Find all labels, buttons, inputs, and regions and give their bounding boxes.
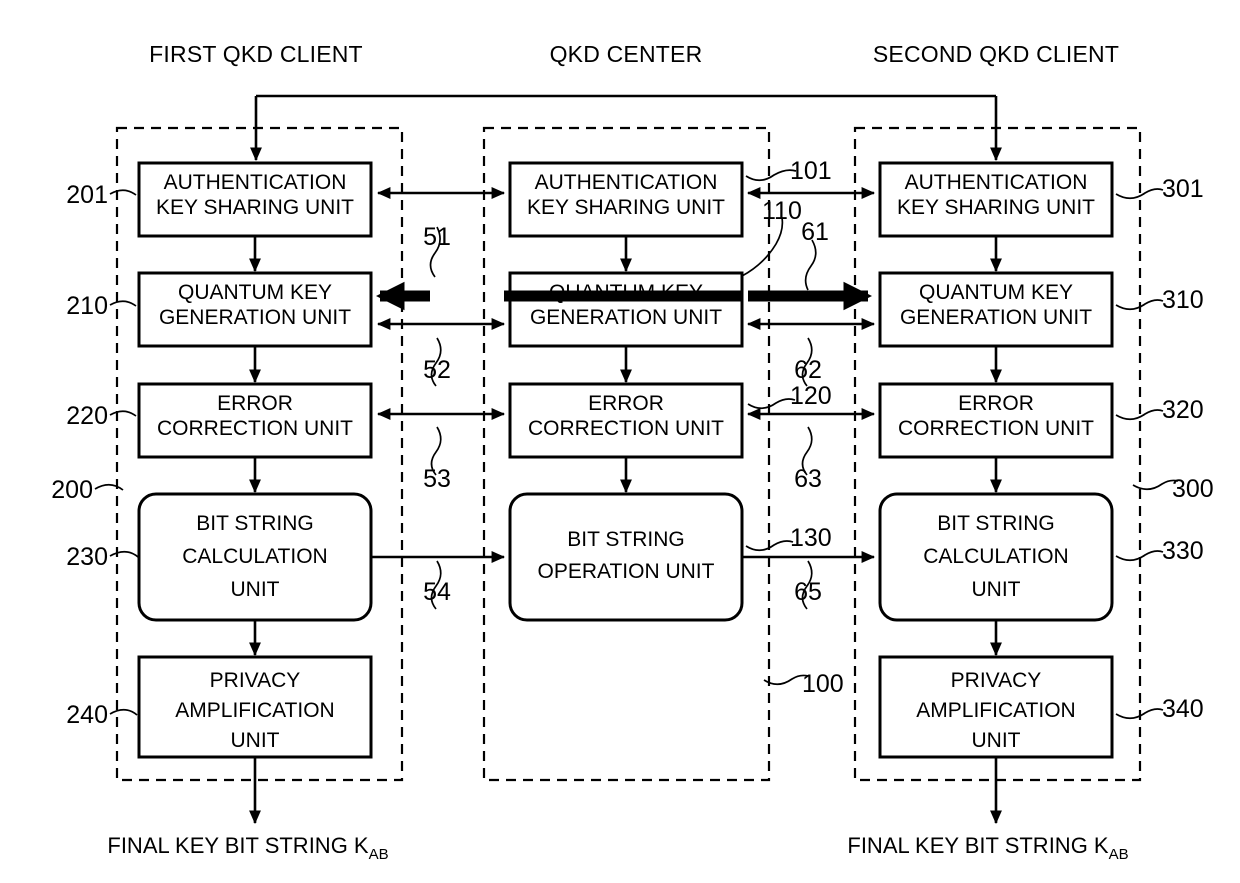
label-left-bitcalc-line2: CALCULATION bbox=[182, 545, 327, 568]
column-header-qkd-center: QKD CENTER bbox=[550, 41, 703, 67]
label-right-error-line1: ERROR bbox=[958, 392, 1034, 415]
ref-num-51: 51 bbox=[423, 223, 451, 251]
label-left-privacy-line1: PRIVACY bbox=[210, 669, 301, 692]
label-right-privacy-line1: PRIVACY bbox=[951, 669, 1042, 692]
ref-num-65: 65 bbox=[794, 578, 822, 606]
label-left-privacy-line3: UNIT bbox=[231, 729, 280, 752]
label-right-privacy-line2: AMPLIFICATION bbox=[916, 699, 1075, 722]
label-center-auth-line2: KEY SHARING UNIT bbox=[527, 196, 725, 219]
output-label-left-main: FINAL KEY BIT STRING K bbox=[107, 833, 369, 858]
patent-figure-canvas: FIRST QKD CLIENT QKD CENTER SECOND QKD C… bbox=[0, 0, 1240, 883]
label-left-auth-line1: AUTHENTICATION bbox=[164, 171, 347, 194]
label-right-privacy-line3: UNIT bbox=[972, 729, 1021, 752]
ref-num-130: 130 bbox=[790, 524, 832, 552]
ref-num-230: 230 bbox=[66, 543, 108, 571]
label-center-error-line2: CORRECTION UNIT bbox=[528, 417, 724, 440]
column-header-first-client: FIRST QKD CLIENT bbox=[149, 41, 363, 67]
ref-num-210: 210 bbox=[66, 292, 108, 320]
ref-num-240: 240 bbox=[66, 701, 108, 729]
ref-num-200: 200 bbox=[51, 476, 93, 504]
ref-num-330: 330 bbox=[1162, 537, 1204, 565]
label-right-quantum-line2: GENERATION UNIT bbox=[900, 306, 1092, 329]
label-center-quantum-line2: GENERATION UNIT bbox=[530, 306, 722, 329]
ref-num-120: 120 bbox=[790, 382, 832, 410]
label-center-bitop-line1: BIT STRING bbox=[567, 528, 684, 551]
ref-num-62: 62 bbox=[794, 356, 822, 384]
ref-num-61: 61 bbox=[801, 218, 829, 246]
ref-num-201: 201 bbox=[66, 181, 108, 209]
label-right-bitcalc-line2: CALCULATION bbox=[923, 545, 1068, 568]
ref-num-320: 320 bbox=[1162, 396, 1204, 424]
label-right-auth-line2: KEY SHARING UNIT bbox=[897, 196, 1095, 219]
label-center-auth-line1: AUTHENTICATION bbox=[535, 171, 718, 194]
label-right-auth-line1: AUTHENTICATION bbox=[905, 171, 1088, 194]
ref-num-310: 310 bbox=[1162, 286, 1204, 314]
label-left-bitcalc-line3: UNIT bbox=[231, 578, 280, 601]
ref-num-100: 100 bbox=[802, 670, 844, 698]
label-left-error-line1: ERROR bbox=[217, 392, 293, 415]
ref-num-101: 101 bbox=[790, 157, 832, 185]
ref-num-300: 300 bbox=[1172, 475, 1214, 503]
ref-num-110: 110 bbox=[762, 197, 802, 225]
label-left-auth-line2: KEY SHARING UNIT bbox=[156, 196, 354, 219]
ref-num-54: 54 bbox=[423, 578, 451, 606]
ref-num-340: 340 bbox=[1162, 695, 1204, 723]
column-header-second-client: SECOND QKD CLIENT bbox=[873, 41, 1119, 67]
qkd-system-block-diagram: FIRST QKD CLIENT QKD CENTER SECOND QKD C… bbox=[0, 0, 1240, 883]
ref-num-53: 53 bbox=[423, 465, 451, 493]
label-left-bitcalc-line1: BIT STRING bbox=[196, 512, 313, 535]
output-label-left-subscript: AB bbox=[369, 846, 389, 863]
label-right-error-line2: CORRECTION UNIT bbox=[898, 417, 1094, 440]
label-left-error-line2: CORRECTION UNIT bbox=[157, 417, 353, 440]
label-center-error-line1: ERROR bbox=[588, 392, 664, 415]
box-center-bit-string-operation-unit bbox=[508, 492, 744, 622]
label-right-quantum-line1: QUANTUM KEY bbox=[919, 281, 1073, 304]
ref-num-220: 220 bbox=[66, 402, 108, 430]
label-center-bitop-line2: OPERATION UNIT bbox=[538, 560, 715, 583]
label-left-quantum-line2: GENERATION UNIT bbox=[159, 306, 351, 329]
label-left-privacy-line2: AMPLIFICATION bbox=[175, 699, 334, 722]
label-left-quantum-line1: QUANTUM KEY bbox=[178, 281, 332, 304]
ref-num-63: 63 bbox=[794, 465, 822, 493]
ref-num-301: 301 bbox=[1162, 175, 1204, 203]
label-right-bitcalc-line3: UNIT bbox=[972, 578, 1021, 601]
output-label-right-subscript: AB bbox=[1109, 846, 1129, 863]
label-right-bitcalc-line1: BIT STRING bbox=[937, 512, 1054, 535]
ref-num-52: 52 bbox=[423, 356, 451, 384]
output-label-right-main: FINAL KEY BIT STRING K bbox=[847, 833, 1109, 858]
